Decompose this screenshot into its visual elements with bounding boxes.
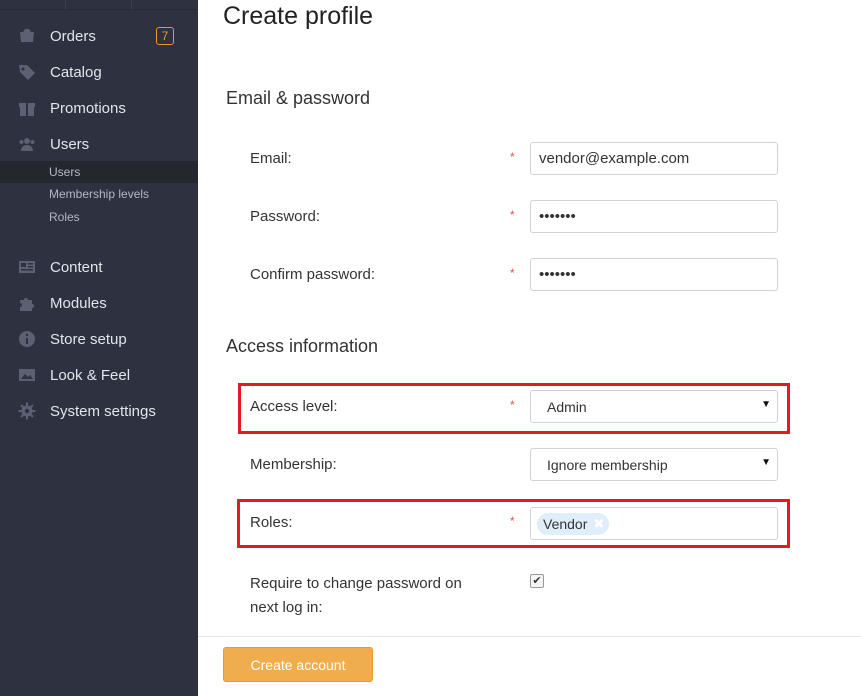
sidebar-subitem-users[interactable]: Users [0, 161, 198, 183]
gift-icon [18, 99, 36, 117]
footer-divider [198, 636, 861, 637]
sidebar-item-modules[interactable]: Modules [0, 285, 198, 321]
role-tag: Vendor ✖ [537, 513, 610, 535]
membership-value: Ignore membership [547, 457, 668, 473]
required-marker: * [510, 150, 515, 164]
require-change-password-label: Require to change password on next log i… [250, 572, 462, 620]
orders-count-badge: 7 [156, 27, 174, 45]
gear-icon [18, 402, 36, 420]
orders-icon [18, 27, 36, 45]
tag-icon [18, 63, 36, 81]
required-marker: * [510, 208, 515, 222]
main-content: Create profile Email & password Email: *… [198, 0, 861, 696]
sidebar-top-tab[interactable] [0, 0, 66, 10]
sidebar-top-tab[interactable] [66, 0, 132, 10]
sidebar-item-promotions[interactable]: Promotions [0, 90, 198, 126]
confirm-password-field[interactable] [530, 258, 778, 291]
sidebar-item-label: Orders [50, 27, 96, 45]
sidebar-subitem-label: Membership levels [49, 187, 150, 201]
sidebar-item-label: Look & Feel [50, 366, 131, 384]
sidebar-item-content[interactable]: Content [0, 249, 198, 285]
sidebar-item-label: Promotions [50, 99, 126, 117]
membership-label: Membership: [250, 456, 337, 473]
confirm-password-label: Confirm password: [250, 266, 376, 283]
password-field[interactable] [530, 200, 778, 233]
section-title-access-information: Access information [226, 336, 379, 356]
require-change-password-line2: next log in: [250, 599, 323, 616]
chevron-down-icon: ▼ [761, 457, 771, 468]
sidebar-item-label: System settings [50, 402, 156, 420]
puzzle-icon [18, 294, 36, 312]
access-level-label: Access level: [250, 398, 338, 415]
require-change-password-line1: Require to change password on [250, 575, 462, 592]
sidebar: Orders 7 Catalog Promotions Users Users … [0, 0, 198, 696]
require-change-password-checkbox[interactable]: ✔ [530, 574, 544, 588]
content-icon [18, 258, 36, 276]
create-account-button[interactable]: Create account [223, 647, 373, 682]
sidebar-item-look-feel[interactable]: Look & Feel [0, 357, 198, 393]
sidebar-subitem-roles[interactable]: Roles [0, 206, 198, 228]
sidebar-item-store-setup[interactable]: Store setup [0, 321, 198, 357]
required-marker: * [510, 398, 515, 412]
access-level-value: Admin [547, 399, 587, 415]
sidebar-subitem-membership-levels[interactable]: Membership levels [0, 183, 198, 205]
section-title-email-password: Email & password [226, 88, 371, 108]
sidebar-item-catalog[interactable]: Catalog [0, 54, 198, 90]
access-level-select[interactable]: Admin ▼ [530, 390, 778, 423]
info-icon [18, 330, 36, 348]
remove-tag-icon[interactable]: ✖ [593, 513, 604, 535]
required-marker: * [510, 514, 515, 528]
roles-label: Roles: [250, 514, 293, 531]
sidebar-item-system-settings[interactable]: System settings [0, 393, 198, 429]
users-icon [18, 135, 36, 153]
roles-tag-input[interactable]: Vendor ✖ [530, 507, 778, 540]
sidebar-item-label: Content [50, 258, 103, 276]
sidebar-item-users[interactable]: Users [0, 126, 198, 162]
chevron-down-icon: ▼ [761, 399, 771, 410]
sidebar-top-tabs [0, 0, 198, 10]
required-marker: * [510, 266, 515, 280]
membership-select[interactable]: Ignore membership ▼ [530, 448, 778, 481]
sidebar-item-label: Store setup [50, 330, 127, 348]
email-field[interactable] [530, 142, 778, 175]
sidebar-item-label: Users [50, 135, 90, 153]
sidebar-item-label: Catalog [50, 63, 102, 81]
sidebar-subitem-label: Users [49, 165, 81, 179]
sidebar-subitem-label: Roles [49, 210, 80, 224]
password-label: Password: [250, 208, 321, 225]
role-tag-label: Vendor [543, 516, 588, 532]
page-title: Create profile [223, 2, 374, 30]
email-label: Email: [250, 150, 292, 167]
sidebar-item-label: Modules [50, 294, 107, 312]
sidebar-top-tab[interactable] [132, 0, 197, 10]
image-icon [18, 366, 36, 384]
sidebar-item-orders[interactable]: Orders 7 [0, 18, 198, 54]
